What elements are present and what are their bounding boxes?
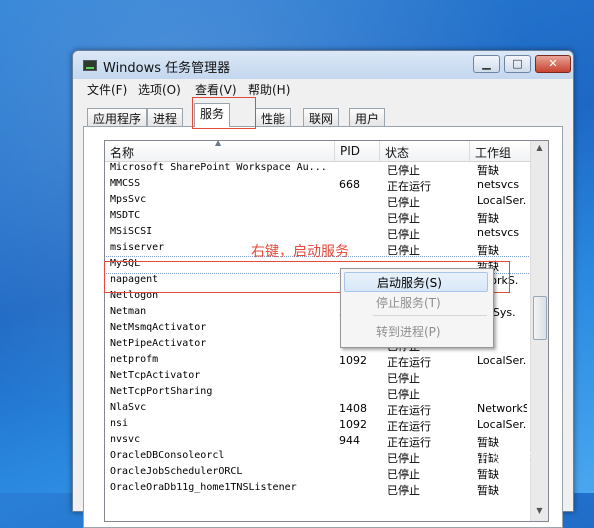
service-status: 已停止 xyxy=(387,388,420,401)
service-status: 已停止 xyxy=(387,196,420,209)
scroll-up-icon[interactable]: ▲ xyxy=(533,143,546,156)
service-name: NetMsmqActivator xyxy=(110,322,207,333)
table-row[interactable]: MSiSCSI 已停止 netsvcs xyxy=(105,225,530,241)
table-row[interactable]: NetTcpPortSharing 已停止 xyxy=(105,385,530,401)
table-row[interactable]: Microsoft SharePoint Workspace Au... 已停止 暂… xyxy=(105,161,530,177)
table-row[interactable]: nsi 1092 正在运行 LocalSer. xyxy=(105,417,530,433)
service-name: OracleDBConsoleorcl xyxy=(110,450,225,461)
close-button[interactable]: ✕ xyxy=(535,55,571,73)
services-tab-highlight-box xyxy=(192,97,256,129)
service-status: 已停止 xyxy=(387,244,420,257)
tab-performance[interactable]: 性能 xyxy=(255,108,292,126)
service-name: netprofm xyxy=(110,354,159,365)
scroll-thumb[interactable] xyxy=(533,296,547,340)
tab-applications[interactable]: 应用程序 xyxy=(87,108,148,126)
service-name: NetPipeActivator xyxy=(110,338,207,349)
table-row[interactable]: NlaSvc 1408 正在运行 NetworkS. xyxy=(105,401,530,417)
service-group: netsvcs xyxy=(477,226,520,239)
service-group: LocalSer. xyxy=(477,194,527,207)
task-manager-icon xyxy=(83,60,97,71)
column-header-group[interactable]: 工作组 xyxy=(470,141,530,161)
service-name: MpsSvc xyxy=(110,194,147,205)
menu-file[interactable]: 文件(F) xyxy=(87,81,127,98)
service-name: MSiSCSI xyxy=(110,226,153,237)
column-header-name-label: 名称 xyxy=(110,146,135,160)
tab-networking[interactable]: 联网 xyxy=(303,108,340,126)
table-row[interactable]: MpsSvc 已停止 LocalSer. xyxy=(105,193,530,209)
service-name: nsi xyxy=(110,418,129,429)
list-header: 名称 ▲ PID 状态 工作组 xyxy=(105,141,530,162)
service-name: NlaSvc xyxy=(110,402,147,413)
service-status: 正在运行 xyxy=(387,404,431,417)
context-go-to-process[interactable]: 转到进程(P) xyxy=(344,322,488,342)
context-menu: 启动服务(S) 停止服务(T) 转到进程(P) xyxy=(340,268,494,348)
minimize-button[interactable]: ▁ xyxy=(473,55,500,73)
table-row[interactable]: MMCSS 668 正在运行 netsvcs xyxy=(105,177,530,193)
column-header-name[interactable]: 名称 ▲ xyxy=(105,141,335,161)
service-group: 暂缺 xyxy=(477,244,499,257)
menu-help[interactable]: 帮助(H) xyxy=(248,81,290,98)
window-title: Windows 任务管理器 xyxy=(103,61,231,76)
column-header-pid[interactable]: PID xyxy=(335,141,380,161)
service-name: OracleOraDb11g_home1TNSListener xyxy=(110,482,297,493)
service-name: NetTcpPortSharing xyxy=(110,386,213,397)
minimize-icon: ▁ xyxy=(482,57,491,70)
service-status: 已停止 xyxy=(387,228,420,241)
service-status: 已停止 xyxy=(387,212,420,225)
menu-view[interactable]: 查看(V) xyxy=(195,81,237,98)
menu-options[interactable]: 选项(O) xyxy=(138,81,181,98)
service-status: 正在运行 xyxy=(387,180,431,193)
service-name: Netman xyxy=(110,306,147,317)
annotation-text: 右键，启动服务 xyxy=(251,244,349,260)
close-icon: ✕ xyxy=(548,57,558,70)
scroll-down-icon[interactable]: ▼ xyxy=(533,506,546,519)
table-row[interactable]: OracleOraDb11g_home1TNSListener 已停止 暂缺 xyxy=(105,481,530,497)
service-name: NetTcpActivator xyxy=(110,370,201,381)
sort-ascending-icon: ▲ xyxy=(215,140,222,147)
service-name: OracleJobSchedulerORCL xyxy=(110,466,243,477)
context-start-service[interactable]: 启动服务(S) xyxy=(344,272,488,292)
menu-bar: 文件(F) 选项(O) 查看(V) 帮助(H) xyxy=(73,79,573,100)
service-group: 暂缺 xyxy=(477,164,499,177)
service-pid: 1092 xyxy=(339,354,367,367)
service-group: 暂缺 xyxy=(477,212,499,225)
maximize-button[interactable]: □ xyxy=(504,55,531,73)
service-group: NetworkS. xyxy=(477,402,527,415)
tab-users[interactable]: 用户 xyxy=(349,108,386,126)
title-bar[interactable]: Windows 任务管理器 ▁ □ ✕ xyxy=(73,51,573,79)
tab-processes[interactable]: 进程 xyxy=(147,108,184,126)
service-group: LocalSer. xyxy=(477,354,527,367)
watermark: Bai 经验 xyxy=(454,444,532,468)
service-status: 已停止 xyxy=(387,484,420,497)
service-pid: 668 xyxy=(339,178,360,191)
table-row[interactable]: netprofm 1092 正在运行 LocalSer. xyxy=(105,353,530,369)
service-status: 正在运行 xyxy=(387,356,431,369)
service-name: MMCSS xyxy=(110,178,141,189)
column-header-status[interactable]: 状态 xyxy=(380,141,470,161)
service-pid: 1408 xyxy=(339,402,367,415)
context-menu-separator xyxy=(373,315,487,316)
vertical-scrollbar[interactable]: ▲ ▼ xyxy=(530,141,548,521)
table-row[interactable]: MSDTC 已停止 暂缺 xyxy=(105,209,530,225)
maximize-icon: □ xyxy=(512,57,523,70)
service-group: 暂缺 xyxy=(477,484,499,497)
service-name: Microsoft SharePoint Workspace Au... xyxy=(110,162,327,173)
service-status: 已停止 xyxy=(387,372,420,385)
table-row[interactable]: NetTcpActivator 已停止 xyxy=(105,369,530,385)
context-stop-service[interactable]: 停止服务(T) xyxy=(344,293,488,313)
service-name: nvsvc xyxy=(110,434,141,445)
service-pid: 944 xyxy=(339,434,360,447)
service-status: 已停止 xyxy=(387,164,420,177)
service-status: 正在运行 xyxy=(387,420,431,433)
service-group: LocalSer. xyxy=(477,418,527,431)
service-group: netsvcs xyxy=(477,178,520,191)
service-pid: 1092 xyxy=(339,418,367,431)
service-name: MSDTC xyxy=(110,210,141,221)
